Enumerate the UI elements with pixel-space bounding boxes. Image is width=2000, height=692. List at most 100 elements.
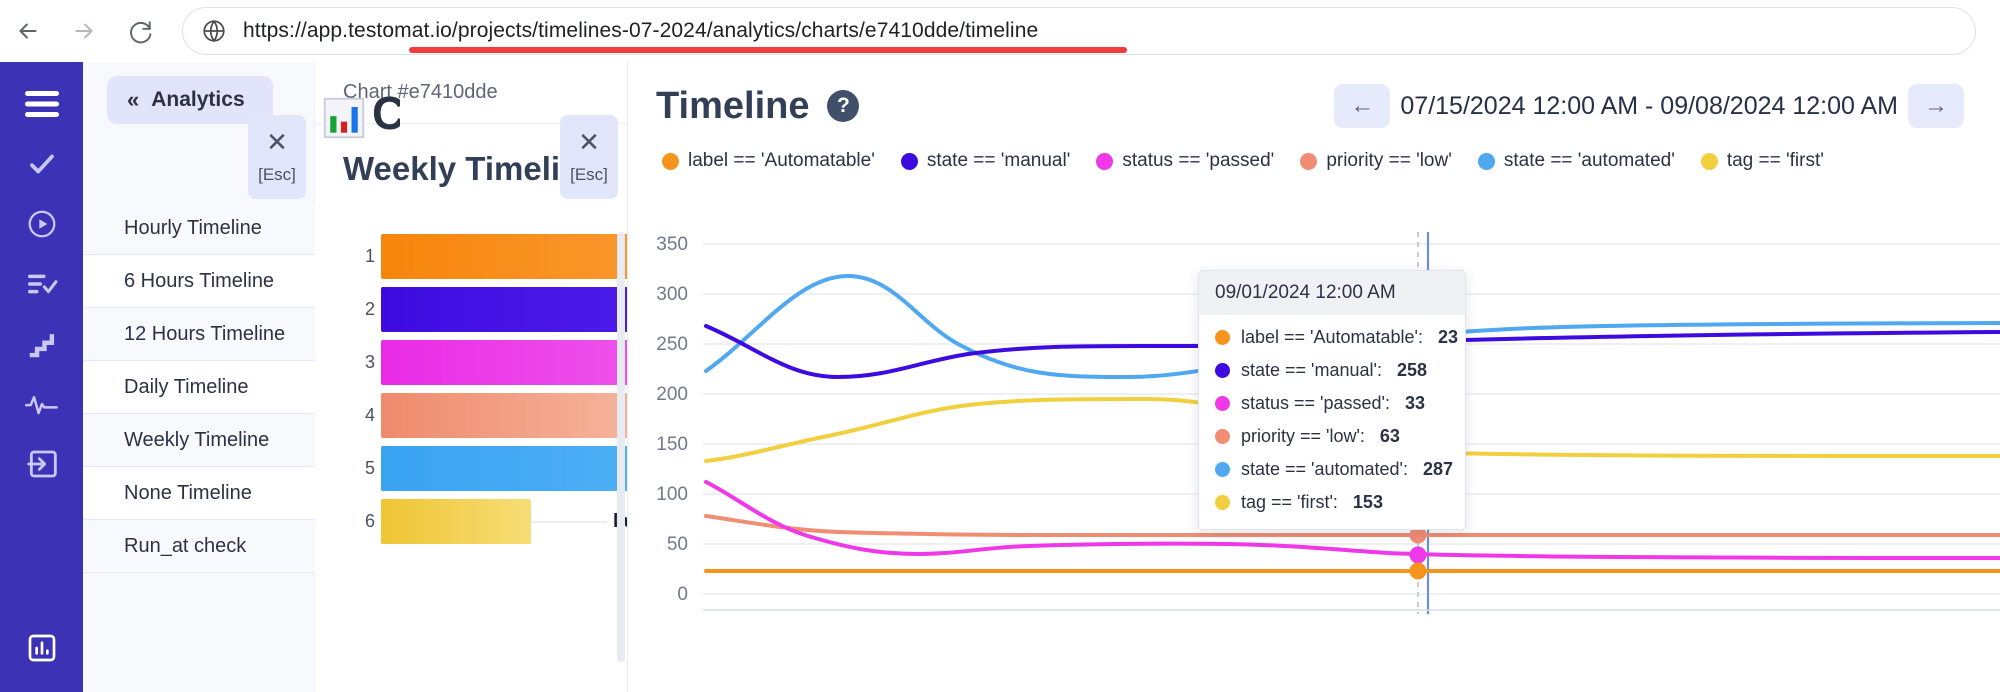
bar-row: 1 bbox=[315, 230, 627, 283]
sidebar-item-analytics[interactable] bbox=[0, 618, 83, 678]
sidebar-item-plans[interactable] bbox=[0, 254, 83, 314]
tooltip-row-label: tag == 'first': bbox=[1241, 492, 1338, 512]
svg-text:50: 50 bbox=[667, 534, 688, 555]
sidebar-item-import[interactable] bbox=[0, 434, 83, 494]
tooltip-row: status == 'passed': 33 bbox=[1199, 387, 1465, 420]
svg-text:100: 100 bbox=[656, 484, 688, 505]
tooltip-row-value: 33 bbox=[1404, 393, 1425, 413]
tooltip-row-label: state == 'automated': bbox=[1241, 459, 1408, 479]
legend-label: tag == 'first' bbox=[1726, 150, 1824, 171]
tooltip-row-value: 258 bbox=[1396, 360, 1428, 380]
hover-point-label-automatable bbox=[1409, 562, 1427, 580]
bar[interactable] bbox=[381, 340, 627, 385]
bar-row: 3 priority == 'low' bbox=[315, 336, 627, 389]
primary-icon-rail bbox=[0, 62, 83, 692]
list-item[interactable]: 12 Hours Timeline bbox=[83, 308, 315, 361]
legend-item[interactable]: state == 'automated' bbox=[1477, 150, 1675, 172]
close-icon: ✕ bbox=[266, 127, 288, 157]
url-text: https://app.testomat.io/projects/timelin… bbox=[243, 18, 1039, 42]
legend-label: status == 'passed' bbox=[1122, 150, 1275, 171]
hamburger-menu-icon bbox=[24, 91, 59, 117]
list-item[interactable]: Hourly Timeline bbox=[83, 202, 315, 255]
bar-row: 6 label == 'Automatable': 2 bbox=[315, 495, 627, 548]
legend-item[interactable]: priority == 'low' bbox=[1300, 150, 1452, 172]
bar-row: 5 bbox=[315, 442, 627, 495]
date-range-label: 07/15/2024 12:00 AM - 09/08/2024 12:00 A… bbox=[1400, 91, 1898, 120]
bar-axis-label: 2 bbox=[364, 299, 375, 319]
bar-row: 2 bbox=[315, 283, 627, 336]
list-item[interactable]: None Timeline bbox=[83, 467, 315, 520]
arrow-left-icon bbox=[19, 23, 37, 38]
legend-label: state == 'manual' bbox=[926, 150, 1071, 171]
reload-button[interactable] bbox=[112, 3, 168, 59]
chevron-double-left-icon: « bbox=[127, 87, 140, 112]
bar[interactable] bbox=[381, 446, 627, 491]
forward-button[interactable] bbox=[56, 3, 112, 59]
tooltip-row: state == 'manual': 258 bbox=[1199, 354, 1465, 387]
tooltip-row: label == 'Automatable': 23 bbox=[1199, 321, 1465, 354]
tooltip-color-swatch bbox=[1215, 330, 1230, 345]
bar[interactable] bbox=[381, 499, 531, 544]
sidebar-item-tests[interactable] bbox=[0, 134, 83, 194]
reload-icon bbox=[130, 20, 152, 43]
sidebar-item-activity[interactable] bbox=[0, 374, 83, 434]
sidebar-item-runs[interactable] bbox=[0, 194, 83, 254]
legend-item[interactable]: status == 'passed' bbox=[1096, 150, 1274, 172]
date-range-control: ← 07/15/2024 12:00 AM - 09/08/2024 12:00… bbox=[1334, 84, 1964, 128]
bar[interactable] bbox=[381, 287, 627, 332]
timeline-panel: Timeline ? ← 07/15/2024 12:00 AM - 09/08… bbox=[628, 62, 2000, 692]
tooltip-date: 09/01/2024 12:00 AM bbox=[1199, 271, 1465, 315]
tooltip-color-swatch bbox=[1215, 363, 1230, 378]
legend-color-swatch bbox=[1700, 152, 1718, 170]
timeline-header: Timeline ? ← 07/15/2024 12:00 AM - 09/08… bbox=[628, 62, 2000, 128]
list-item-label: 12 Hours Timeline bbox=[124, 322, 286, 345]
bar[interactable] bbox=[381, 393, 627, 438]
legend-item[interactable]: tag == 'first' bbox=[1700, 150, 1824, 172]
esc-key-label: [Esc] bbox=[258, 165, 296, 184]
bar-axis-label: 4 bbox=[364, 405, 375, 425]
close-overlay-chip[interactable]: ✕ [Esc] bbox=[248, 115, 306, 199]
legend-label: priority == 'low' bbox=[1326, 150, 1452, 171]
tooltip-row-label: label == 'Automatable': bbox=[1241, 327, 1423, 347]
list-item-label: 6 Hours Timeline bbox=[124, 269, 275, 292]
next-period-button[interactable]: → bbox=[1908, 84, 1964, 128]
bar[interactable] bbox=[381, 234, 627, 279]
legend-color-swatch bbox=[900, 152, 918, 170]
browser-toolbar: https://app.testomat.io/projects/timelin… bbox=[0, 0, 2000, 62]
bar-axis-label: 3 bbox=[364, 352, 375, 372]
tooltip-row-value: 23 bbox=[1438, 327, 1459, 347]
check-icon bbox=[29, 154, 54, 174]
list-item-label: Hourly Timeline bbox=[124, 216, 262, 239]
bar-axis-label: 1 bbox=[364, 246, 375, 266]
address-bar[interactable]: https://app.testomat.io/projects/timelin… bbox=[182, 6, 1976, 55]
help-icon[interactable]: ? bbox=[827, 90, 860, 122]
list-item[interactable]: 6 Hours Timeline bbox=[83, 255, 315, 308]
analytics-back-button[interactable]: « Analytics bbox=[107, 76, 273, 124]
legend-item[interactable]: state == 'manual' bbox=[900, 150, 1071, 172]
tooltip-row-value: 287 bbox=[1422, 459, 1454, 479]
list-item[interactable]: Run_at check bbox=[83, 520, 315, 573]
bar-row: 4 status == 'passed': 3 bbox=[315, 389, 627, 442]
tooltip-row-label: priority == 'low': bbox=[1241, 426, 1365, 446]
list-item[interactable]: Weekly Timeline bbox=[83, 414, 315, 467]
back-button[interactable] bbox=[0, 3, 56, 59]
list-item[interactable]: Daily Timeline bbox=[83, 361, 315, 414]
tooltip-row-label: status == 'passed': bbox=[1241, 393, 1390, 413]
globe-icon bbox=[203, 19, 225, 42]
svg-text:0: 0 bbox=[677, 584, 688, 605]
tooltip-row-value: 153 bbox=[1352, 492, 1383, 512]
legend-color-swatch bbox=[662, 152, 679, 170]
close-overlay-chip[interactable]: ✕ [Esc] bbox=[560, 115, 618, 199]
play-circle-icon bbox=[28, 210, 55, 238]
chart-tooltip: 09/01/2024 12:00 AM label == 'Automatabl… bbox=[1198, 270, 1466, 530]
svg-text:250: 250 bbox=[656, 334, 688, 355]
tooltip-color-swatch bbox=[1215, 495, 1230, 510]
arrow-right-icon bbox=[75, 23, 93, 38]
sidebar-item-menu[interactable] bbox=[0, 74, 83, 134]
vertical-scrollbar[interactable] bbox=[617, 232, 625, 662]
svg-text:150: 150 bbox=[656, 434, 688, 455]
legend-item[interactable]: label == 'Automatable' bbox=[662, 150, 875, 172]
sidebar-item-steps[interactable] bbox=[0, 314, 83, 374]
prev-period-button[interactable]: ← bbox=[1334, 84, 1391, 128]
tooltip-rows: label == 'Automatable': 23 state == 'man… bbox=[1199, 315, 1465, 529]
